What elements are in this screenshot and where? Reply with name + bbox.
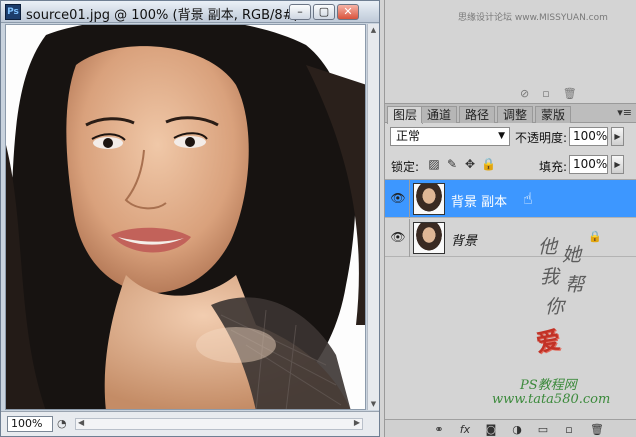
tab-masks[interactable]: 蒙版 — [535, 106, 572, 123]
layer-name[interactable]: 背景 副本 — [451, 191, 507, 210]
minimize-button[interactable]: – — [289, 4, 311, 20]
layer-list: 👁 背景 副本 ☝ 👁 背景 🔒 — [385, 179, 636, 419]
adjustment-layer-icon[interactable]: ◑ — [509, 422, 525, 437]
transparency-lock-icon[interactable]: ▨ — [427, 156, 441, 172]
blend-mode-value: 正常 — [396, 129, 421, 143]
padlock-icon[interactable]: 🔒 — [481, 156, 496, 172]
layer-row-background[interactable]: 👁 背景 🔒 — [385, 219, 636, 257]
layer-name[interactable]: 背景 — [451, 230, 477, 249]
trash-icon[interactable]: 🗑 — [589, 422, 605, 437]
close-button[interactable]: ✕ — [337, 4, 359, 20]
layers-panel: 图层 通道 路径 调整 蒙版 ▾≡ 正常 ▼ 不透明度: 100% ▶ 锁定: … — [384, 103, 636, 437]
blend-mode-select[interactable]: 正常 ▼ — [390, 127, 510, 146]
lock-icon: 🔒 — [588, 230, 602, 243]
document-info-icon[interactable]: ◔ — [57, 416, 71, 432]
opacity-slider-arrow-icon[interactable]: ▶ — [611, 127, 624, 146]
lock-label: 锁定: — [391, 160, 420, 174]
trash-icon[interactable]: 🗑 — [563, 87, 590, 100]
scroll-left-arrow-icon[interactable]: ◀ — [78, 418, 84, 427]
site-watermark: 思缘设计论坛 www.MISSYUAN.com — [458, 13, 608, 23]
photoshop-logo-icon: Ps — [5, 4, 21, 20]
cancel-icon[interactable]: ⊘ — [520, 87, 542, 100]
ps-tutorial-watermark: PS教程网 — [520, 378, 577, 393]
red-seal-stamp: 爱 — [533, 324, 563, 358]
new-item-icon[interactable]: ▫ — [542, 87, 562, 100]
zoom-level-field[interactable]: 100% — [7, 416, 53, 432]
layers-bottom-bar: ⚭ fx ◙ ◑ ▭ ▫ 🗑 — [385, 419, 636, 437]
signature-char: 帮 — [565, 274, 585, 296]
link-icon[interactable]: ⚭ — [431, 422, 447, 437]
document-titlebar[interactable]: Ps source01.jpg @ 100% (背景 副本, RGB/8#) *… — [1, 1, 379, 23]
signature-char: 你 — [545, 296, 565, 318]
document-window: Ps source01.jpg @ 100% (背景 副本, RGB/8#) *… — [0, 0, 380, 437]
brush-lock-icon[interactable]: ✎ — [445, 156, 459, 172]
tab-channels[interactable]: 通道 — [421, 106, 458, 123]
tab-adjustments[interactable]: 调整 — [497, 106, 534, 123]
fx-icon[interactable]: fx — [457, 422, 473, 437]
new-layer-icon[interactable]: ▫ — [561, 422, 577, 437]
group-icon[interactable]: ▭ — [535, 422, 551, 437]
panel-menu-icon[interactable]: ▾≡ — [617, 106, 632, 119]
signature-char: 他 — [538, 236, 558, 258]
fill-slider-arrow-icon[interactable]: ▶ — [611, 155, 624, 174]
eye-icon[interactable]: 👁 — [389, 230, 407, 246]
divider — [409, 180, 410, 218]
horizontal-scrollbar[interactable]: ◀ ▶ — [75, 418, 363, 430]
signature-char: 我 — [540, 266, 560, 288]
fill-field[interactable]: 100% — [569, 155, 608, 174]
portrait-photo — [6, 25, 365, 409]
tab-paths[interactable]: 路径 — [459, 106, 496, 123]
document-title: source01.jpg @ 100% (背景 副本, RGB/8#) * — [26, 8, 310, 23]
scroll-right-arrow-icon[interactable]: ▶ — [354, 418, 360, 427]
maximize-button[interactable]: ▢ — [313, 4, 335, 20]
vertical-scrollbar[interactable]: ▲ ▼ — [367, 24, 379, 410]
hand-cursor-icon: ☝ — [523, 189, 533, 208]
eye-icon[interactable]: 👁 — [389, 191, 407, 207]
image-canvas[interactable] — [5, 24, 366, 410]
fill-label: 填充: — [539, 160, 568, 174]
layer-mask-icon[interactable]: ◙ — [483, 422, 499, 437]
signature-char: 她 — [562, 244, 582, 266]
panel-tabs: 图层 通道 路径 调整 蒙版 ▾≡ — [385, 104, 636, 124]
opacity-label: 不透明度: — [515, 131, 568, 145]
scroll-up-arrow-icon[interactable]: ▲ — [368, 24, 379, 36]
layer-thumbnail — [413, 222, 445, 254]
upper-panel-icons: ⊘▫🗑 — [520, 87, 590, 100]
layer-row-background-copy[interactable]: 👁 背景 副本 ☝ — [385, 180, 636, 218]
status-bar: 100% ◔ ◀ ▶ — [1, 411, 379, 436]
divider — [409, 219, 410, 257]
move-lock-icon[interactable]: ✥ — [463, 156, 477, 172]
url-watermark: www.tata580.com — [492, 392, 611, 407]
scroll-down-arrow-icon[interactable]: ▼ — [368, 398, 379, 410]
photoshop-workspace: Ps source01.jpg @ 100% (背景 副本, RGB/8#) *… — [0, 0, 636, 437]
opacity-field[interactable]: 100% — [569, 127, 608, 146]
chevron-down-icon: ▼ — [498, 131, 505, 141]
layer-thumbnail — [413, 183, 445, 215]
tab-layers[interactable]: 图层 — [387, 106, 424, 124]
